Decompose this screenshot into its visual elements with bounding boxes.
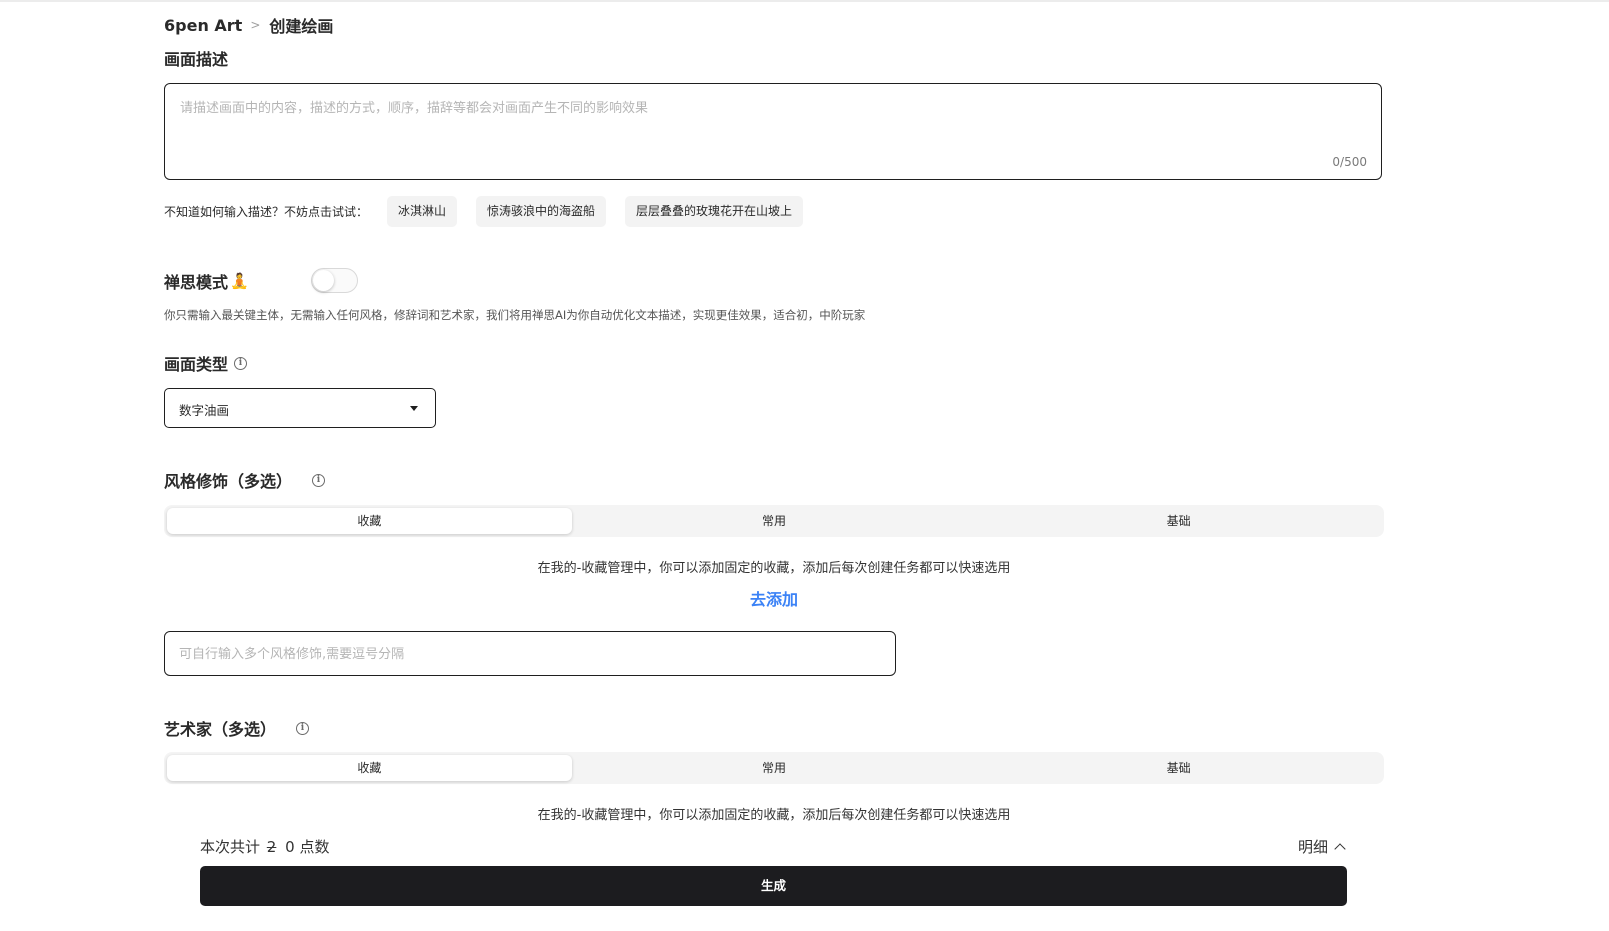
style-title: 风格修饰（多选） i bbox=[164, 467, 326, 493]
caret-down-icon bbox=[410, 406, 418, 411]
suggestion-chip[interactable]: 冰淇淋山 bbox=[387, 196, 458, 227]
cost-detail-label: 明细 bbox=[1298, 838, 1329, 856]
suggestion-row: 不知道如何输入描述？不妨点击试试： 冰淇淋山 惊涛骇浪中的海盗船 层层叠叠的玫瑰… bbox=[164, 196, 804, 227]
breadcrumb: 6pen Art > 创建绘画 bbox=[164, 12, 333, 38]
tab-basic[interactable]: 基础 bbox=[976, 755, 1381, 781]
artist-empty-text: 在我的-收藏管理中，你可以添加固定的收藏，添加后每次创建任务都可以快速选用 bbox=[537, 808, 1011, 823]
add-favorites-link[interactable]: 去添加 bbox=[164, 586, 1384, 610]
artist-title: 艺术家（多选） i bbox=[164, 715, 310, 741]
style-tabs: 收藏 常用 基础 bbox=[164, 505, 1384, 537]
description-textarea[interactable] bbox=[180, 97, 1360, 147]
picture-type-selected-value: 数字油画 bbox=[179, 403, 230, 418]
info-icon[interactable]: i bbox=[234, 356, 248, 370]
suggestion-prompt: 不知道如何输入描述？不妨点击试试： bbox=[164, 205, 369, 219]
description-title-text: 画面描述 bbox=[164, 50, 229, 69]
breadcrumb-current: 创建绘画 bbox=[269, 17, 334, 36]
description-title: 画面描述 bbox=[164, 45, 228, 71]
tab-common[interactable]: 常用 bbox=[572, 755, 977, 781]
description-char-counter: 0/500 bbox=[1332, 155, 1367, 169]
top-divider bbox=[0, 0, 1609, 2]
style-empty-text: 在我的-收藏管理中，你可以添加固定的收藏，添加后每次创建任务都可以快速选用 bbox=[537, 561, 1011, 576]
description-box[interactable]: 0/500 bbox=[164, 83, 1382, 180]
style-title-text: 风格修饰（多选） bbox=[164, 472, 293, 491]
original-cost: 2 bbox=[266, 838, 277, 856]
breadcrumb-root[interactable]: 6pen Art bbox=[164, 16, 242, 35]
breadcrumb-separator-icon: > bbox=[250, 18, 261, 32]
meditation-icon: 🧘 bbox=[230, 272, 249, 290]
picture-type-select[interactable]: 数字油画 bbox=[164, 388, 436, 428]
cost-prefix: 本次共计 bbox=[200, 838, 261, 856]
chevron-up-icon bbox=[1334, 843, 1346, 855]
info-icon[interactable]: i bbox=[296, 721, 310, 735]
generate-button[interactable]: 生成 bbox=[200, 866, 1347, 906]
zen-mode-hint: 你只需输入最关键主体，无需输入任何风格，修辞词和艺术家，我们将用禅思AI为你自动… bbox=[164, 308, 866, 322]
suggestion-chip[interactable]: 惊涛骇浪中的海盗船 bbox=[476, 196, 607, 227]
tab-common[interactable]: 常用 bbox=[572, 508, 977, 534]
style-input[interactable] bbox=[179, 644, 879, 664]
tab-basic[interactable]: 基础 bbox=[976, 508, 1381, 534]
tab-favorites[interactable]: 收藏 bbox=[167, 508, 572, 534]
cost-detail-toggle[interactable]: 明细 bbox=[1298, 836, 1346, 857]
cost-unit: 点数 bbox=[299, 838, 330, 856]
zen-mode-title-text: 禅思模式 bbox=[164, 273, 229, 292]
info-icon[interactable]: i bbox=[312, 473, 326, 487]
cost-summary: 本次共计 2 0 点数 bbox=[200, 836, 329, 857]
picture-type-title: 画面类型 i bbox=[164, 350, 248, 376]
toggle-knob bbox=[313, 270, 334, 291]
picture-type-title-text: 画面类型 bbox=[164, 355, 229, 374]
artist-tabs: 收藏 常用 基础 bbox=[164, 752, 1384, 784]
tab-favorites[interactable]: 收藏 bbox=[167, 755, 572, 781]
current-cost: 0 bbox=[285, 838, 295, 856]
artist-title-text: 艺术家（多选） bbox=[164, 720, 277, 739]
zen-mode-toggle[interactable] bbox=[311, 268, 358, 293]
zen-mode-title: 禅思模式 🧘 bbox=[164, 268, 249, 294]
suggestion-chip[interactable]: 层层叠叠的玫瑰花开在山坡上 bbox=[625, 196, 804, 227]
style-input-box[interactable] bbox=[164, 631, 896, 676]
